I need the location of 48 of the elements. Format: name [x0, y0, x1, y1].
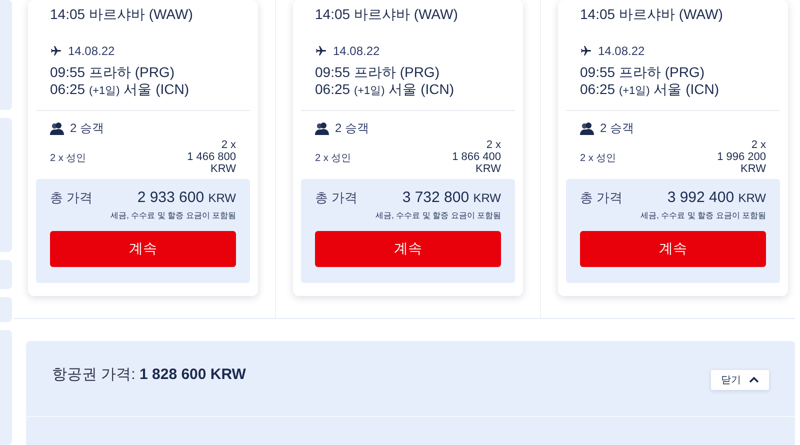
fare-amount: 1 466 800: [187, 151, 236, 163]
total-amount: 2 933 600 KRW: [137, 189, 236, 206]
arrival-time: 06:25 (+1일) 서울 (ICN): [580, 81, 720, 99]
fare-currency: KRW: [210, 163, 236, 175]
total-label: 총 가격: [315, 189, 358, 207]
departure-time: 09:55 프라하 (PRG): [50, 64, 176, 81]
airplane-icon: [50, 45, 62, 57]
fare-currency: KRW: [740, 163, 766, 175]
close-button[interactable]: 닫기: [711, 370, 769, 390]
arrival-time: 14:05 바르샤바 (WAW): [50, 6, 194, 23]
fare-multiplier: 2 x: [486, 139, 501, 151]
departure-time: 09:55 프라하 (PRG): [315, 64, 440, 81]
flight-date: 14.08.22: [598, 44, 645, 58]
passenger-count: 2 승객: [600, 120, 634, 137]
flight-date: 14.08.22: [333, 44, 380, 58]
continue-button[interactable]: 계속: [315, 231, 501, 267]
tax-note: 세금, 수수료 및 할증 요금이 포함됨: [110, 210, 236, 221]
fare-multiplier: 2 x: [751, 139, 766, 151]
total-label: 총 가격: [580, 189, 623, 207]
airplane-icon: [315, 45, 327, 57]
airplane-icon: [580, 45, 592, 57]
fare-label: 2 x 성인: [315, 152, 352, 165]
passengers-icon: [580, 122, 594, 135]
passengers-icon: [315, 122, 329, 135]
total-amount: 3 992 400 KRW: [667, 189, 766, 206]
ticket-price: 항공권 가격: 1 828 600 KRW: [52, 365, 246, 384]
fare-multiplier: 2 x: [221, 139, 236, 151]
fare-currency: KRW: [476, 163, 501, 175]
continue-button[interactable]: 계속: [50, 231, 236, 267]
flight-date: 14.08.22: [68, 44, 115, 58]
passengers-icon: [50, 122, 64, 135]
total-amount: 3 732 800 KRW: [402, 189, 501, 206]
passenger-count: 2 승객: [335, 120, 370, 137]
tax-note: 세금, 수수료 및 할증 요금이 포함됨: [376, 210, 501, 221]
fare-label: 2 x 성인: [50, 152, 86, 165]
fare-amount: 1 866 400: [452, 151, 501, 163]
fare-amount: 1 996 200: [717, 151, 766, 163]
arrival-time: 14:05 바르샤바 (WAW): [315, 6, 459, 23]
arrival-time: 06:25 (+1일) 서울 (ICN): [315, 81, 456, 99]
total-label: 총 가격: [50, 189, 93, 207]
chevron-up-icon: [749, 376, 759, 383]
continue-button[interactable]: 계속: [580, 231, 766, 267]
arrival-time: 06:25 (+1일) 서울 (ICN): [50, 81, 190, 99]
departure-time: 09:55 프라하 (PRG): [580, 64, 706, 81]
tax-note: 세금, 수수료 및 할증 요금이 포함됨: [640, 210, 766, 221]
arrival-time: 14:05 바르샤바 (WAW): [580, 6, 724, 23]
passenger-count: 2 승객: [70, 120, 104, 137]
fare-label: 2 x 성인: [580, 152, 616, 165]
